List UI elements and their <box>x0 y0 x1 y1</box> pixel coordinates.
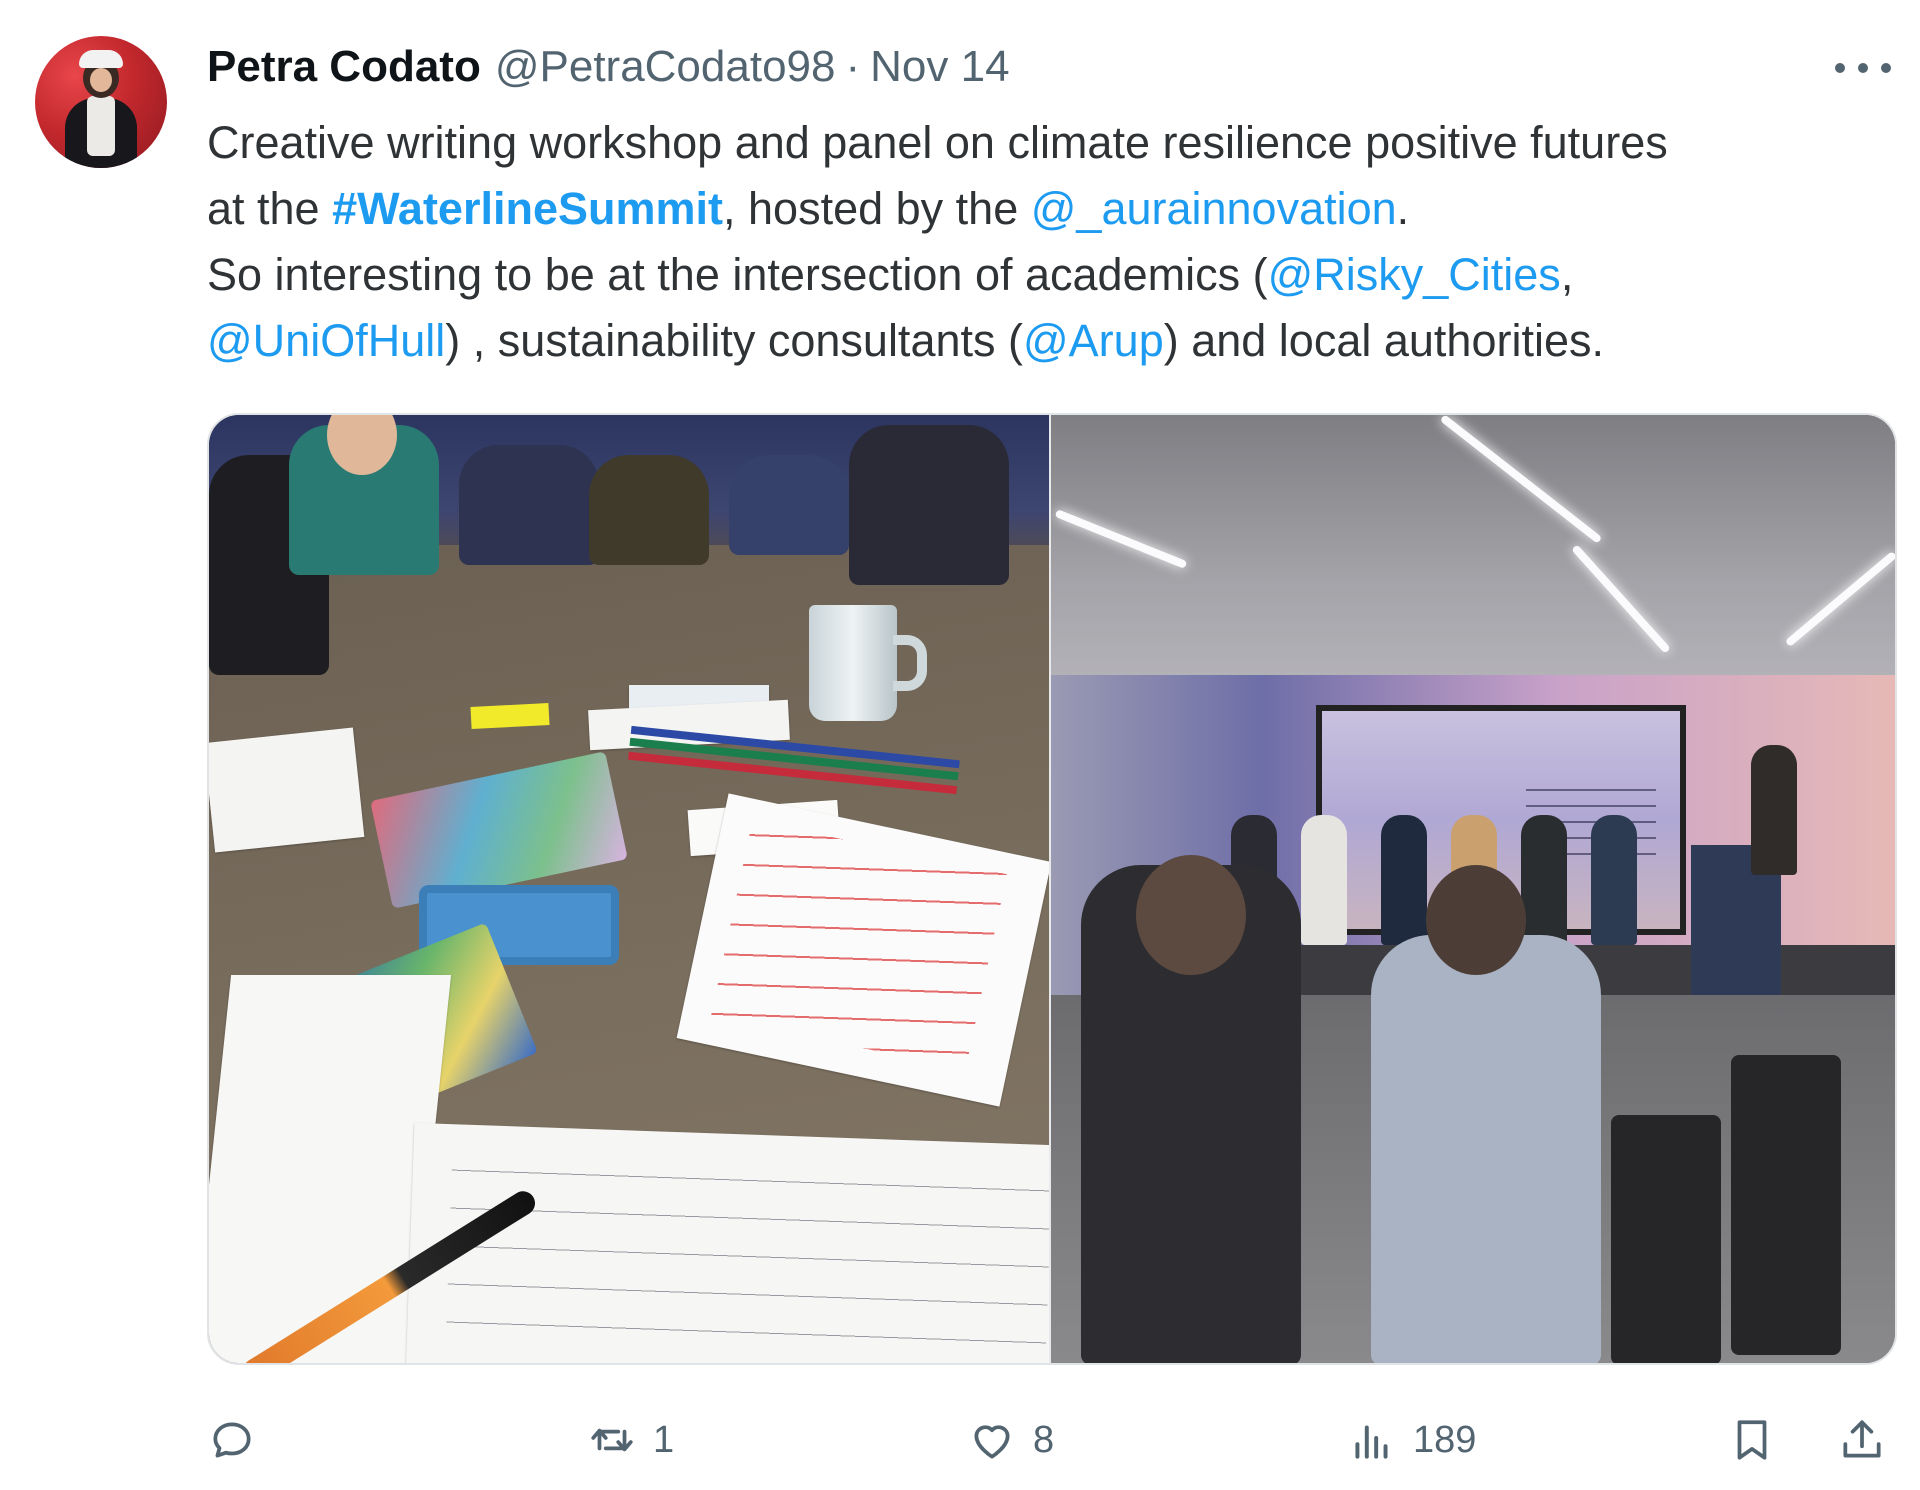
photo-mug <box>809 605 897 721</box>
share-icon <box>1837 1415 1887 1465</box>
photo-paper <box>209 727 365 853</box>
tweet: Petra Codato @PetraCodato98 · Nov 14 Cre… <box>0 0 1920 1490</box>
hashtag-link[interactable]: #WaterlineSummit <box>332 183 723 234</box>
views-icon <box>1347 1415 1397 1465</box>
retweet-button[interactable]: 1 <box>587 1410 674 1470</box>
photo-panel-event[interactable] <box>1051 415 1895 1363</box>
avatar-figure-hat <box>79 50 123 68</box>
tweet-actions: 1 8 189 <box>207 1410 1897 1470</box>
retweet-count: 1 <box>653 1418 675 1461</box>
photo-person <box>849 425 1009 585</box>
more-dots-icon[interactable] <box>1835 48 1891 88</box>
photo-audience-member <box>1371 935 1601 1363</box>
author-avatar[interactable] <box>35 36 167 168</box>
views-count: 189 <box>1413 1418 1477 1461</box>
heart-icon <box>967 1415 1017 1465</box>
mention-link-uniofhull[interactable]: @UniOfHull <box>207 315 445 366</box>
photo-person <box>729 455 849 555</box>
avatar-figure-face <box>90 68 112 92</box>
tweet-text-line-4: @UniOfHull) , sustainability consultants… <box>207 315 1604 366</box>
tweet-text: Creative writing workshop and panel on c… <box>207 110 1897 374</box>
photo-panelist <box>1591 815 1637 945</box>
photo-panelist <box>1301 815 1347 945</box>
photo-handwriting <box>445 1144 1049 1363</box>
photo-chair <box>1731 1055 1841 1355</box>
bookmark-button[interactable] <box>1727 1410 1777 1470</box>
reply-icon <box>207 1415 257 1465</box>
photo-panelist <box>1381 815 1427 945</box>
photo-sticky-note <box>470 702 550 730</box>
header-separator: · <box>845 42 861 91</box>
share-button[interactable] <box>1837 1410 1887 1470</box>
photo-chair <box>1611 1115 1721 1363</box>
tweet-date[interactable]: Nov 14 <box>870 42 1009 92</box>
photo-workshop-table[interactable] <box>209 415 1049 1363</box>
reply-button[interactable] <box>207 1410 273 1470</box>
avatar-figure-scarf <box>87 96 115 156</box>
mention-link-risky-cities[interactable]: @Risky_Cities <box>1268 249 1561 300</box>
bookmark-icon <box>1727 1415 1777 1465</box>
retweet-icon <box>587 1415 637 1465</box>
photo-person <box>589 455 709 565</box>
mention-link-arup[interactable]: @Arup <box>1023 315 1164 366</box>
tweet-media <box>207 413 1897 1365</box>
photo-panelist <box>1521 815 1567 945</box>
author-name[interactable]: Petra Codato <box>207 42 481 92</box>
like-button[interactable]: 8 <box>967 1410 1054 1470</box>
views-button[interactable]: 189 <box>1347 1410 1476 1470</box>
like-count: 8 <box>1033 1418 1055 1461</box>
tweet-text-line-3: So interesting to be at the intersection… <box>207 249 1574 300</box>
tweet-text-line-1: Creative writing workshop and panel on c… <box>207 117 1668 168</box>
photo-audience-head <box>1136 855 1246 975</box>
author-handle[interactable]: @PetraCodato98 <box>495 42 836 92</box>
tweet-text-line-2: at the #WaterlineSummit, hosted by the @… <box>207 183 1410 234</box>
tweet-header: Petra Codato @PetraCodato98 · Nov 14 <box>207 42 1010 92</box>
photo-mug-handle <box>893 635 927 691</box>
photo-person <box>459 445 599 565</box>
mention-link-aurainnovation[interactable]: @_aurainnovation <box>1031 183 1397 234</box>
photo-audience-head <box>1426 865 1526 975</box>
photo-speaker <box>1751 745 1797 875</box>
